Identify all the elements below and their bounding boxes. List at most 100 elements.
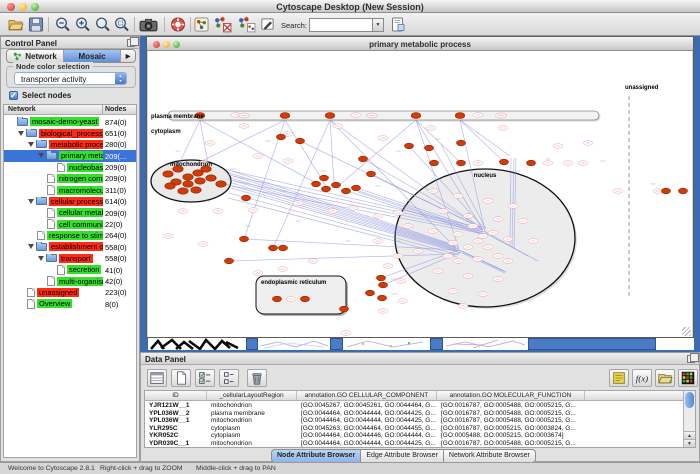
network-view-icon[interactable] [194,16,209,33]
scrollbar-thumb[interactable] [685,392,694,408]
create-attribute-icon[interactable] [171,369,191,387]
table-row[interactable]: YLR295Ccytoplasm[GO:0045263, GO:0044464,… [145,425,683,433]
tree-item-label[interactable]: transport [59,254,93,263]
select-nodes-checkbox[interactable]: ✓ [9,91,18,100]
expand-triangle-icon[interactable] [28,142,34,147]
background-window-fragment[interactable] [330,338,343,350]
table-column-header[interactable]: annotation.GO CELLULAR_COMPONENT [297,391,437,400]
attribute-checklist-icon[interactable] [195,369,215,387]
destroy-view-icon[interactable] [213,16,232,33]
tree-row[interactable]: unassigned223(0) [4,287,136,298]
tree-row[interactable]: primary metabol209(... [4,150,136,161]
tree-item-label[interactable]: establishment of lo [49,242,103,251]
zoom-out-icon[interactable] [55,16,71,33]
tree-item-label[interactable]: secretion [67,265,101,274]
tree-row[interactable]: multi-organism pro42(0) [4,275,136,286]
table-row[interactable]: YDR039C__1mitochondrion[GO:0044464, GO:0… [145,440,683,448]
table-column-header[interactable]: _cellularLayoutRegion [207,391,297,400]
node-color-dropdown[interactable]: transporter activity ▲▼ [14,72,127,85]
tree-row[interactable]: mosaic-demo-yeast874(0) [4,116,136,127]
matrix-icon[interactable] [678,369,698,387]
tree-item-label[interactable]: metabolic process [49,140,103,149]
expand-triangle-icon[interactable] [38,256,44,261]
tree-row[interactable]: establishment of lo558(0) [4,241,136,252]
tree-column-network[interactable]: Network [8,106,36,113]
create-view-icon[interactable] [237,16,256,33]
background-window-fragment[interactable] [430,338,443,350]
tree-row[interactable]: cellular process614(0) [4,196,136,207]
table-row[interactable]: YKR052Ccytoplasm[GO:0044464, GO:0044446,… [145,432,683,440]
tree-item-label[interactable]: cellular metabo [57,208,103,217]
open-file-icon[interactable] [8,16,24,33]
scroll-down-button[interactable]: ▼ [684,439,695,447]
data-panel-float-icon[interactable] [687,355,695,363]
background-window-fragment[interactable] [258,338,330,350]
search-input[interactable] [309,18,373,32]
browser-tab[interactable]: Network Attribute Browser [444,449,536,463]
expand-triangle-icon[interactable] [18,131,24,136]
network-window-titlebar[interactable]: primary metabolic process [147,37,693,51]
tree-row[interactable]: response to stimul264(0) [4,230,136,241]
tree-item-label[interactable]: cellular process [49,197,103,206]
tree-column-nodes[interactable]: Nodes [105,106,126,113]
search-dropdown-button[interactable]: ▼ [373,18,384,32]
tree-item-label[interactable]: primary metabol [59,151,103,160]
zoom-fit-icon[interactable] [95,16,111,33]
expand-triangle-icon[interactable] [28,244,34,249]
tree-item-label[interactable]: unassigned [37,288,79,297]
tab-network[interactable]: Network [7,50,64,62]
tree-item-label[interactable]: cell communicat [57,220,103,229]
tree-row[interactable]: biological_process651(0) [4,127,136,138]
help-icon[interactable] [170,16,186,33]
float-panel-icon[interactable] [127,39,135,47]
background-window-fragment[interactable] [148,338,246,350]
tree-row[interactable]: cellular metabo209(0) [4,207,136,218]
background-window-fragment[interactable] [656,338,694,350]
tree-item-label[interactable]: multi-organism pro [57,277,103,286]
tree-row[interactable]: metabolic process280(0) [4,139,136,150]
expand-triangle-icon[interactable] [28,199,34,204]
tree-item-label[interactable]: nucleobase- [67,163,103,172]
table-row[interactable]: YPL036W__1mitochondrion[GO:0044464, GO:0… [145,417,683,425]
browser-tab[interactable]: Node Attribute Browser [271,449,361,463]
background-window-fragment[interactable] [343,338,430,350]
tree-row[interactable]: nucleobase-209(0) [4,162,136,173]
browser-tab[interactable]: Edge Attribute Browser [361,449,444,463]
tree-item-label[interactable]: biological_process [39,129,103,138]
attribute-list-icon[interactable] [219,369,239,387]
zoom-in-icon[interactable] [75,16,91,33]
tree-item-label[interactable]: Overview [37,299,72,308]
zoom-selected-icon[interactable] [114,16,130,33]
background-window-fragment[interactable] [443,338,528,350]
network-canvas[interactable]: plasma membranecytoplasmmitochondrionnuc… [148,51,692,337]
tree-item-label[interactable]: macromolecule [57,186,103,195]
tree-row[interactable]: transport558(0) [4,253,136,264]
scroll-up-button[interactable]: ▲ [684,431,695,439]
background-window-fragment[interactable] [246,338,258,350]
tree-item-label[interactable]: nitrogen compo [57,174,103,183]
annotation-icon[interactable] [260,16,275,33]
tree-row[interactable]: macromolecule311(0) [4,184,136,195]
select-attributes-icon[interactable] [147,369,167,387]
notes-icon[interactable] [609,369,629,387]
table-row[interactable]: YPL036W__2plasma membrane[GO:0044464, GO… [145,410,683,418]
tree-row[interactable]: nitrogen compo209(0) [4,173,136,184]
background-window-fragment[interactable] [528,338,656,350]
tab-overflow-button[interactable]: ▶ [121,50,135,62]
tree-row[interactable]: secretion41(0) [4,264,136,275]
table-row[interactable]: YJR121W__1mitochondrion[GO:0045267, GO:0… [145,402,683,410]
resize-grip[interactable] [682,327,691,336]
import-attributes-icon[interactable] [655,369,675,387]
tree-row[interactable]: cell communicat22(0) [4,219,136,230]
snapshot-icon[interactable] [139,16,158,33]
advanced-search-icon[interactable] [390,16,406,33]
tree-item-label[interactable]: mosaic-demo-yeast [30,117,99,126]
delete-attribute-icon[interactable] [247,369,267,387]
table-column-header[interactable]: annotation.GO MOLECULAR_FUNCTION [437,391,585,400]
save-icon[interactable] [28,16,44,33]
tab-mosaic[interactable]: Mosaic [64,50,121,62]
tree-item-label[interactable]: response to stimul [47,231,103,240]
function-builder-icon[interactable]: f(x) [632,369,652,387]
table-column-header[interactable]: ID [145,391,207,400]
tree-row[interactable]: Overview8(0) [4,298,136,309]
